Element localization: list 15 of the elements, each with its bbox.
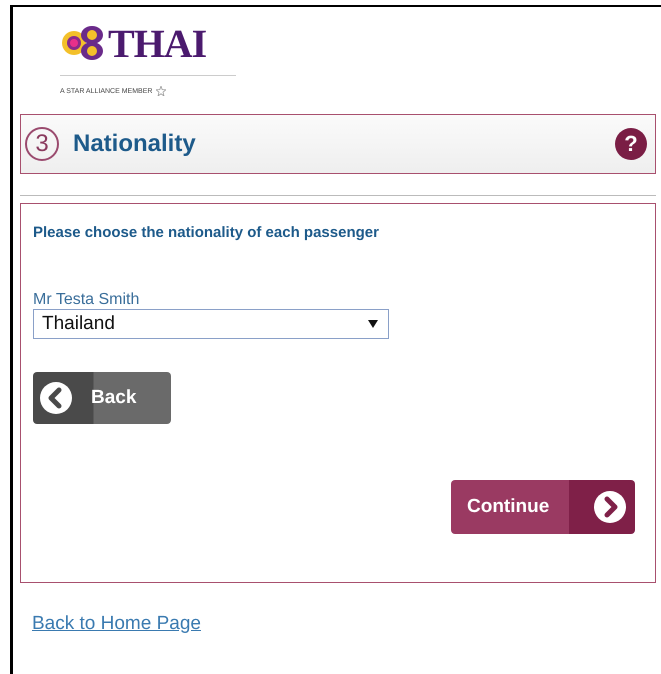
- continue-button[interactable]: Continue: [451, 480, 635, 534]
- brand-name: THAI: [108, 20, 206, 66]
- caret-icon: [368, 320, 378, 328]
- instruction-text: Please choose the nationality of each passenger: [33, 224, 380, 241]
- home-link[interactable]: Back to Home Page: [32, 613, 201, 635]
- back-button[interactable]: Back: [33, 372, 171, 424]
- chevron-right-icon: [593, 490, 627, 524]
- nationality-select[interactable]: Thailand: [33, 309, 389, 339]
- step-title: Nationality: [73, 130, 197, 158]
- help-button[interactable]: ?: [615, 128, 647, 160]
- star-icon: [156, 86, 166, 96]
- chevron-left-icon: [39, 381, 73, 415]
- step-number: 3: [25, 127, 59, 161]
- orchid-logo-icon: [60, 25, 106, 61]
- passenger-name: Mr Testa Smith: [33, 291, 140, 309]
